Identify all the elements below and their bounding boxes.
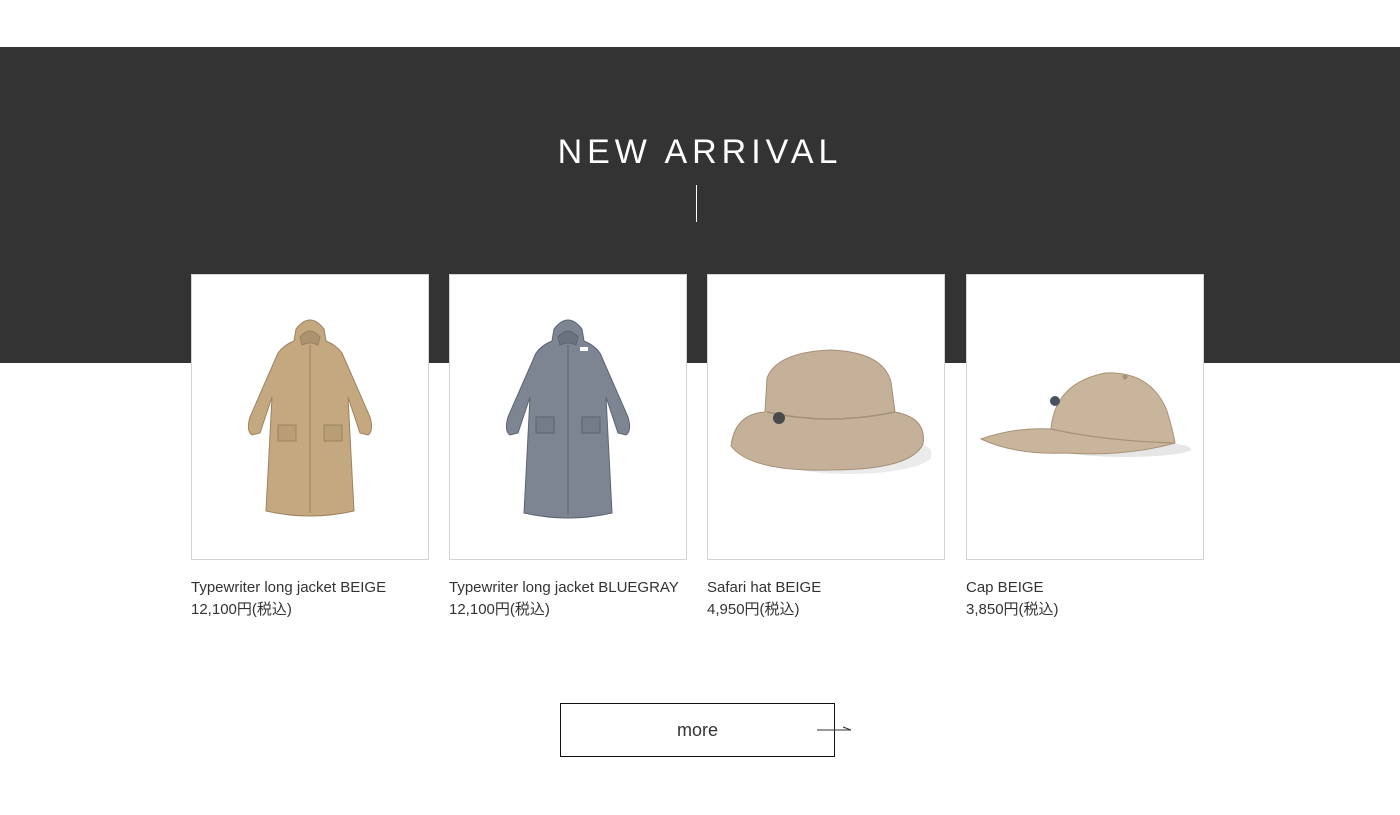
title-divider <box>696 185 697 222</box>
cap-icon <box>979 372 1191 457</box>
product-card[interactable]: Typewriter long jacket BLUEGRAY 12,100円(… <box>449 274 687 621</box>
long-jacket-icon <box>505 319 631 519</box>
product-card[interactable]: Typewriter long jacket BEIGE 12,100円(税込) <box>191 274 429 621</box>
more-button-label: more <box>676 719 718 740</box>
arrow-right-icon <box>817 726 852 731</box>
product-price: 3,850円(税込) <box>966 601 1059 618</box>
section-title: NEW ARRIVAL <box>557 133 843 171</box>
product-image[interactable] <box>707 274 945 560</box>
more-button[interactable]: more <box>560 703 835 757</box>
product-name[interactable]: Cap BEIGE <box>966 577 1204 599</box>
product-price: 4,950円(税込) <box>707 601 800 618</box>
product-price: 12,100円(税込) <box>449 601 550 618</box>
long-jacket-icon <box>247 319 373 517</box>
product-image[interactable] <box>449 274 687 560</box>
safari-hat-icon <box>730 349 931 474</box>
product-card[interactable]: Cap BEIGE 3,850円(税込) <box>966 274 1204 621</box>
page: NEW ARRIVAL Typewriter long jacket BEIGE… <box>0 0 1400 815</box>
product-price: 12,100円(税込) <box>191 601 292 618</box>
product-name[interactable]: Safari hat BEIGE <box>707 577 945 599</box>
product-name[interactable]: Typewriter long jacket BLUEGRAY <box>449 577 687 599</box>
product-card[interactable]: Safari hat BEIGE 4,950円(税込) <box>707 274 945 621</box>
product-image[interactable] <box>191 274 429 560</box>
product-name[interactable]: Typewriter long jacket BEIGE <box>191 577 429 599</box>
product-image[interactable] <box>966 274 1204 560</box>
